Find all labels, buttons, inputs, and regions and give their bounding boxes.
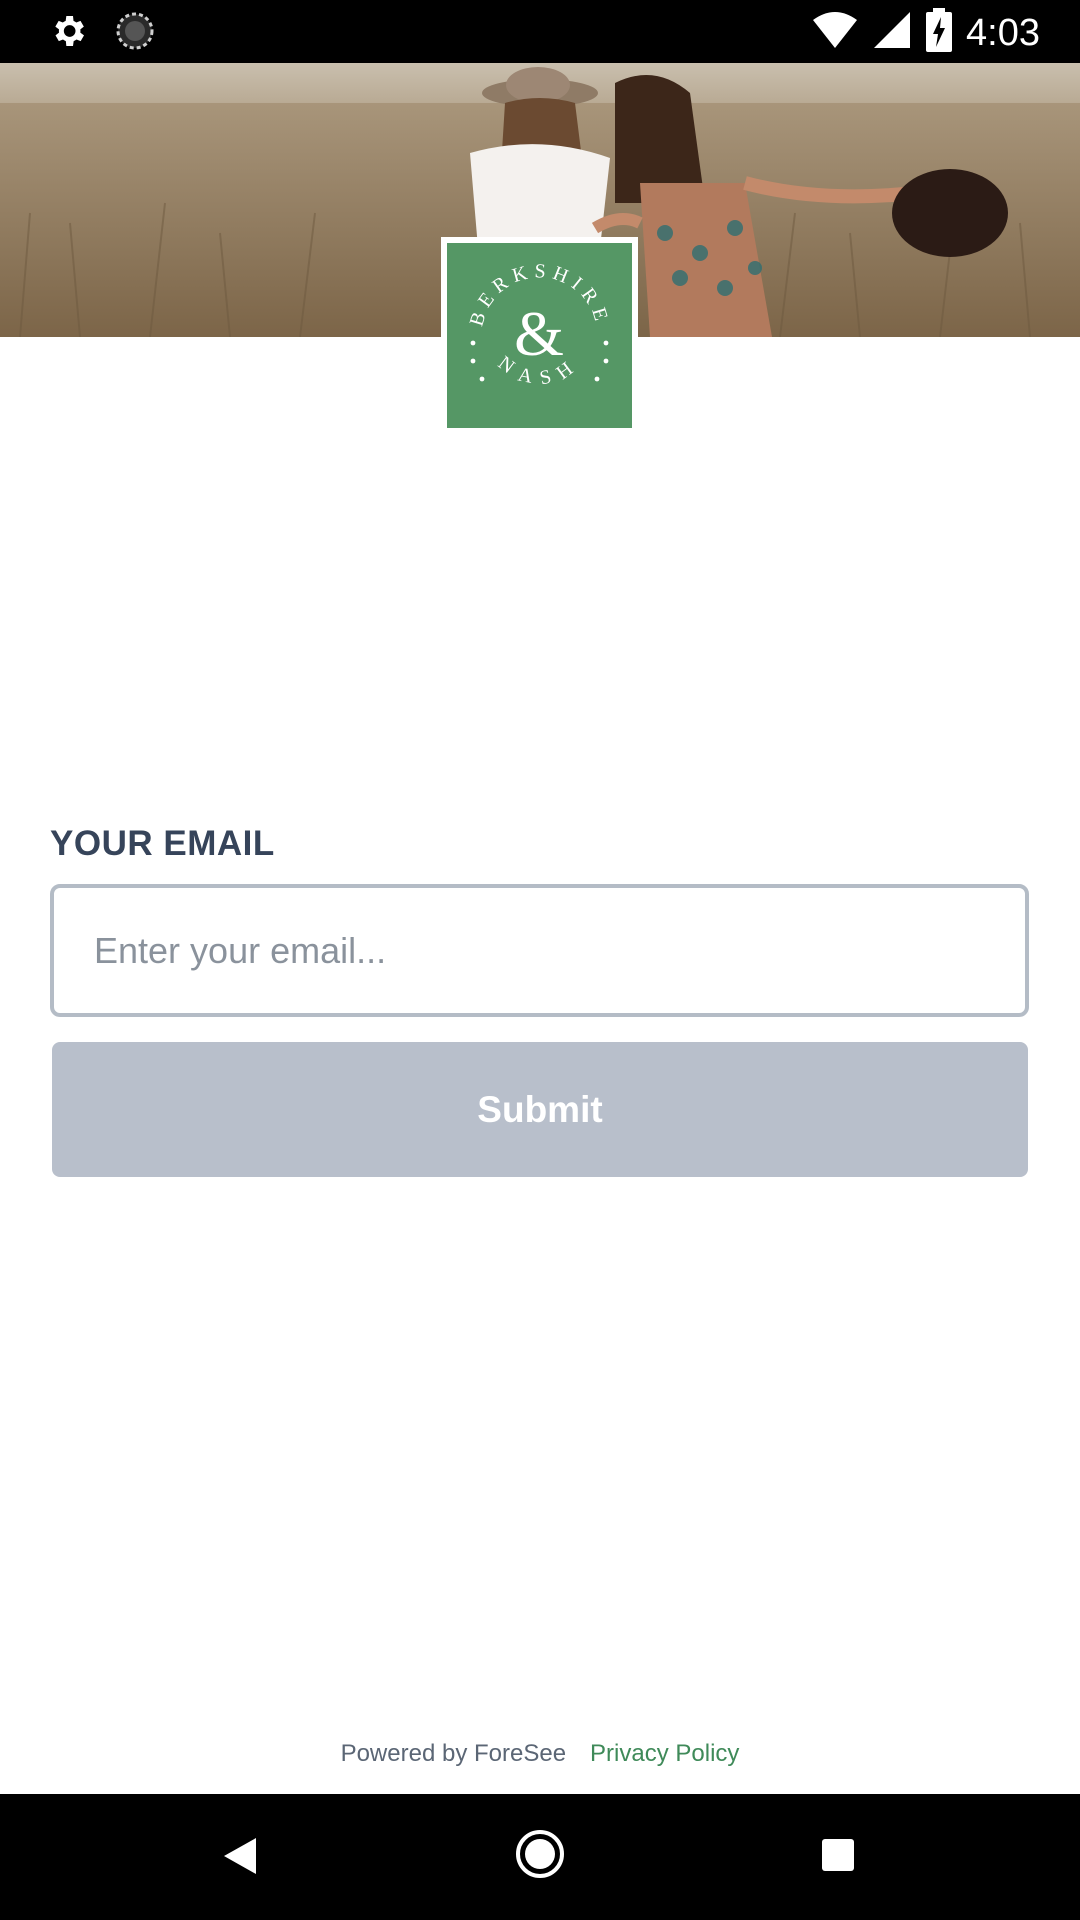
submit-button[interactable]: Submit [52, 1042, 1028, 1177]
sync-circle-icon [114, 10, 156, 57]
footer: Powered by ForeSee Privacy Policy [0, 1740, 1080, 1780]
back-icon[interactable] [222, 1836, 258, 1881]
email-label: YOUR EMAIL [50, 824, 275, 863]
powered-by-text: Powered by ForeSee [340, 1740, 567, 1767]
battery-charging-icon [926, 8, 953, 57]
settings-gear-icon [48, 11, 88, 56]
brand-ampersand: & [514, 298, 564, 369]
brand-logo: BERKSHIRE NASH & [441, 237, 638, 434]
status-bar: 4:03 [0, 0, 1080, 63]
status-time: 4:03 [966, 11, 1040, 54]
wifi-icon [812, 10, 858, 55]
privacy-policy-link[interactable]: Privacy Policy [590, 1740, 739, 1780]
email-input[interactable] [50, 884, 1029, 1017]
home-icon[interactable] [514, 1828, 566, 1885]
android-nav-bar [0, 1794, 1080, 1920]
cell-signal-icon [872, 10, 912, 55]
brand-logo-mark: BERKSHIRE NASH & [447, 243, 632, 428]
recents-icon[interactable] [821, 1838, 855, 1877]
